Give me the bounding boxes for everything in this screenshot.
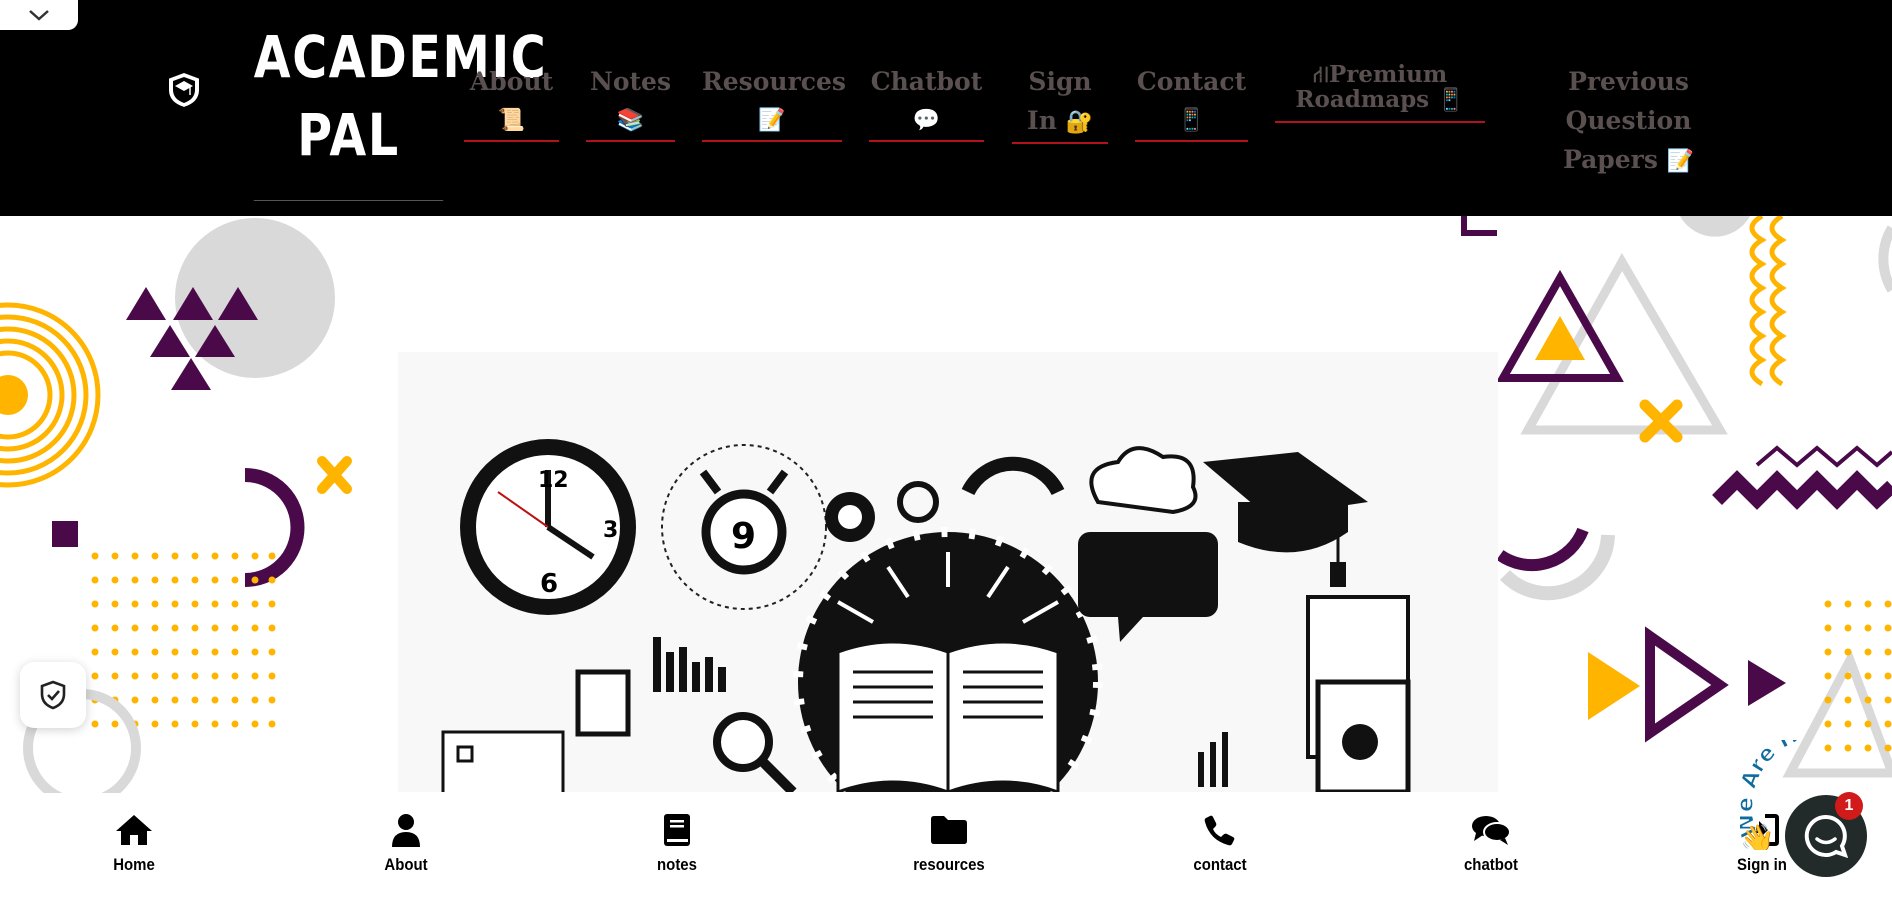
nav-premium-line-2: Roadmaps bbox=[1295, 86, 1430, 113]
brand-line-2: PAL bbox=[297, 101, 400, 169]
nav-previous-question-papers[interactable]: Previous Question Papers 📝 bbox=[1515, 62, 1742, 181]
nav-chatbot-label: Chatbot bbox=[870, 67, 983, 96]
nav-pyq-line-1: Previous Question bbox=[1565, 67, 1692, 135]
nav-pyq-line-2: Papers bbox=[1562, 145, 1658, 174]
bottom-nav-notes[interactable]: notes bbox=[607, 811, 747, 875]
nav-signin[interactable]: Sign In 🔐 bbox=[1012, 62, 1108, 144]
mobile-phone-icon: 📱 bbox=[1177, 107, 1206, 133]
lock-icon: 🔐 bbox=[1065, 109, 1093, 135]
svg-text:9: 9 bbox=[731, 516, 756, 557]
mobile-phone-icon: 📱 bbox=[1437, 87, 1465, 113]
chat-bubble-icon bbox=[1804, 814, 1849, 859]
clock-icon: 12 3 6 bbox=[460, 439, 636, 615]
nav-about[interactable]: About 📜 bbox=[464, 62, 559, 142]
bottom-nav-contact[interactable]: contact bbox=[1150, 811, 1290, 875]
nav-resources[interactable]: Resources 📝 bbox=[702, 62, 846, 142]
privacy-shield-button[interactable] bbox=[20, 662, 86, 728]
speech-bubble-icon: 💬 bbox=[912, 107, 941, 133]
shield-check-icon bbox=[40, 680, 66, 710]
bottom-nav-about-label: About bbox=[384, 855, 428, 874]
hero-illustration: 12 3 6 9 bbox=[398, 352, 1498, 792]
comments-icon bbox=[1472, 816, 1511, 845]
user-icon bbox=[392, 814, 420, 847]
memo-icon: 📝 bbox=[758, 107, 786, 133]
brand-title[interactable]: ACADEMIC PAL bbox=[253, 18, 548, 201]
page: 12 3 6 9 ACADEMIC PAL About 📜 Notes 📚 Re… bbox=[0, 0, 1892, 897]
top-header: ACADEMIC PAL About 📜 Notes 📚 Resources 📝… bbox=[0, 0, 1892, 216]
collapse-header-button[interactable] bbox=[0, 0, 78, 30]
svg-text:3: 3 bbox=[603, 518, 618, 543]
nav-premium-line-1: Premium bbox=[1328, 61, 1448, 88]
bottom-nav-chatbot-label: chatbot bbox=[1463, 855, 1519, 874]
bottom-nav-about[interactable]: About bbox=[336, 811, 476, 875]
nav-signin-label-1: Sign bbox=[1028, 67, 1092, 96]
nav-about-label: About bbox=[469, 67, 554, 96]
svg-text:6: 6 bbox=[540, 569, 558, 599]
route-icon: ⛙ bbox=[1312, 61, 1329, 88]
chevron-down-icon bbox=[29, 10, 49, 21]
memo-icon: 📝 bbox=[1666, 148, 1695, 174]
nav-notes-label: Notes bbox=[589, 67, 672, 96]
bottom-nav-home[interactable]: Home bbox=[64, 811, 204, 875]
chat-unread-badge: 1 bbox=[1835, 792, 1863, 820]
nav-premium-roadmaps[interactable]: ⛙Premium Roadmaps 📱 bbox=[1275, 62, 1485, 123]
bottom-nav-home-label: Home bbox=[113, 855, 155, 874]
nav-contact-label: Contact bbox=[1136, 67, 1247, 96]
nav-resources-label: Resources bbox=[702, 67, 846, 96]
svg-text:12: 12 bbox=[538, 468, 569, 493]
nav-chatbot[interactable]: Chatbot 💬 bbox=[869, 62, 984, 142]
logo-shield-icon[interactable] bbox=[165, 70, 203, 110]
phone-icon bbox=[1204, 815, 1235, 846]
folder-icon bbox=[931, 816, 967, 844]
scroll-icon: 📜 bbox=[497, 107, 526, 133]
bottom-nav: Home About notes resources contact chatb… bbox=[0, 793, 1892, 897]
nav-notes[interactable]: Notes 📚 bbox=[586, 62, 675, 142]
book-icon bbox=[664, 814, 690, 846]
home-icon bbox=[116, 815, 152, 845]
bottom-nav-resources-label: resources bbox=[913, 855, 985, 874]
books-icon: 📚 bbox=[616, 107, 645, 133]
bottom-nav-contact-label: contact bbox=[1193, 855, 1247, 874]
nav-signin-label-2: In bbox=[1027, 106, 1057, 135]
bottom-nav-notes-label: notes bbox=[657, 855, 697, 874]
waving-hand-icon: 👋 bbox=[1740, 822, 1775, 850]
bottom-nav-resources[interactable]: resources bbox=[879, 811, 1019, 875]
bottom-nav-chatbot[interactable]: chatbot bbox=[1421, 811, 1561, 875]
brand-line-1: ACADEMIC bbox=[253, 23, 548, 91]
nav-contact[interactable]: Contact 📱 bbox=[1135, 62, 1248, 142]
